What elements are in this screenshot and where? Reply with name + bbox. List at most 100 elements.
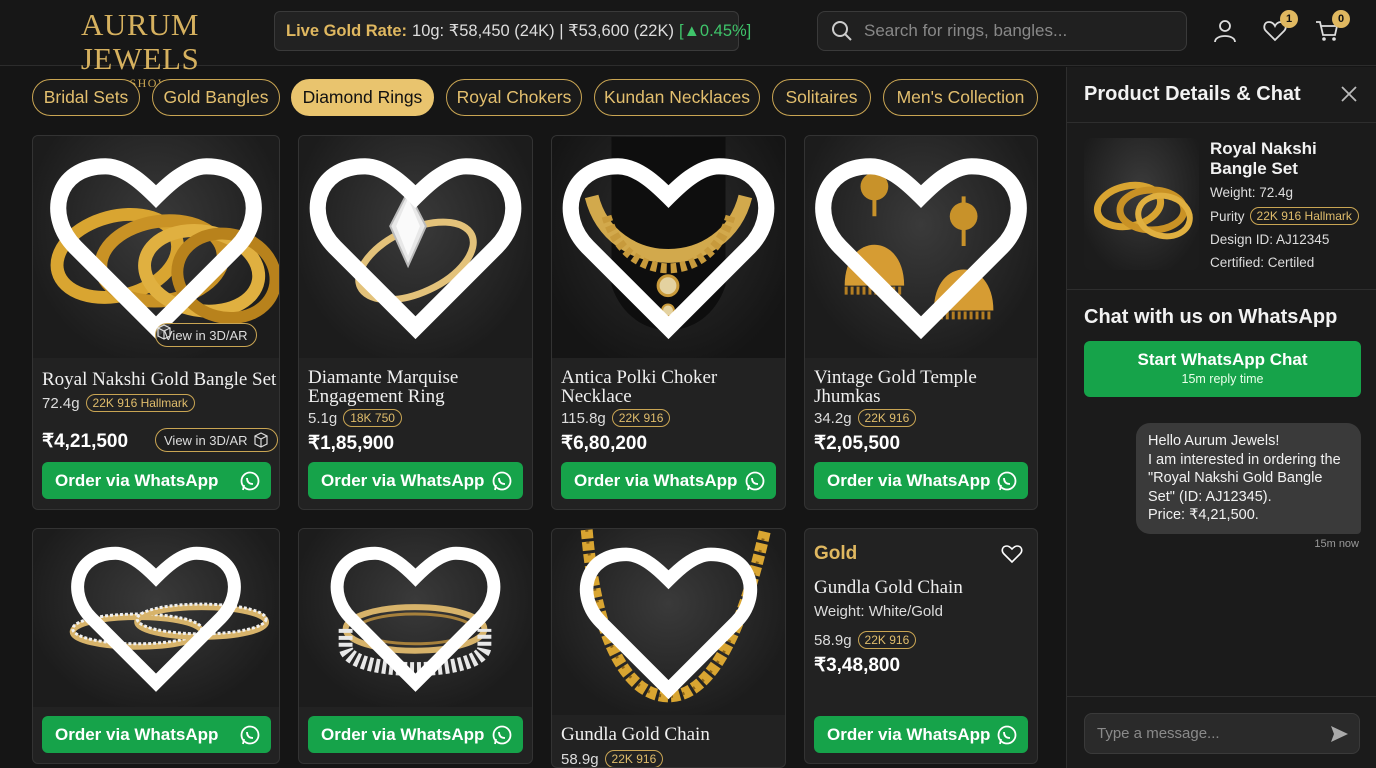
wishlist-count-badge: 1 [1280, 10, 1298, 28]
product-subtitle: Weight: White/Gold [814, 603, 943, 620]
message-input[interactable] [1097, 725, 1317, 742]
rate-change: [▲0.45%] [678, 21, 752, 40]
product-card[interactable]: Gold Gundla Gold Chain Weight: White/Gol… [804, 528, 1038, 764]
chat-title: Chat with us on WhatsApp [1084, 306, 1338, 328]
detail-certified: Certified: Certiled [1210, 255, 1315, 270]
product-title-line1: Antica Polki Choker [561, 367, 718, 388]
cube-icon [157, 324, 171, 340]
purity-tag: 18K 750 [343, 409, 402, 427]
product-price: ₹6,80,200 [561, 433, 648, 454]
product-title-line2: Engagement Ring [308, 386, 445, 407]
purity-tag: 22K 916 [857, 631, 917, 649]
message-composer[interactable] [1084, 713, 1360, 754]
product-image[interactable] [552, 529, 785, 715]
product-weight: 72.4g [42, 394, 80, 412]
order-label: Order via WhatsApp [321, 724, 485, 744]
start-whatsapp-chat-button[interactable]: Start WhatsApp Chat 15m reply time [1084, 341, 1361, 397]
divider [1067, 289, 1376, 290]
order-label: Order via WhatsApp [55, 470, 219, 490]
order-whatsapp-button[interactable]: Order via WhatsApp [561, 462, 776, 499]
order-whatsapp-button[interactable]: Order via WhatsApp [814, 462, 1028, 499]
product-weight: 115.8g [561, 409, 606, 427]
product-image[interactable] [552, 136, 785, 358]
order-whatsapp-button[interactable]: Order via WhatsApp [42, 716, 271, 753]
order-label: Order via WhatsApp [55, 724, 219, 744]
whatsapp-icon [997, 471, 1017, 490]
close-icon[interactable] [1340, 85, 1358, 103]
whatsapp-icon [492, 725, 512, 744]
category-diamond-rings[interactable]: Diamond Rings [291, 79, 434, 116]
product-card[interactable]: Antica Polki Choker Necklace 115.8g 22K 9… [551, 135, 786, 510]
send-icon[interactable] [1329, 724, 1349, 744]
product-title-line1: Diamante Marquise [308, 367, 459, 388]
view-ar-button[interactable]: View in 3D/AR [155, 323, 257, 347]
product-card[interactable]: Diamante Marquise Engagement Ring 5.1g 18… [298, 135, 533, 510]
cart-count-badge: 0 [1332, 10, 1350, 28]
wishlist-button[interactable]: 1 [1262, 10, 1298, 44]
category-royal-chokers[interactable]: Royal Chokers [446, 79, 582, 116]
category-solitaires[interactable]: Solitaires [772, 79, 871, 116]
purity-tag: 22K 916 [611, 409, 671, 427]
category-gold-bangles[interactable]: Gold Bangles [152, 79, 280, 116]
product-image[interactable] [299, 136, 532, 358]
product-weight: 58.9g [561, 750, 599, 768]
purity-tag: 22K 916 Hallmark [85, 394, 195, 412]
search-input[interactable] [864, 21, 1164, 41]
start-chat-label: Start WhatsApp Chat [1137, 350, 1308, 369]
product-title-line2: Necklace [561, 386, 632, 407]
category-kundan-necklaces[interactable]: Kundan Necklaces [594, 79, 760, 116]
product-weight: 5.1g [308, 409, 338, 427]
heart-icon[interactable] [299, 529, 532, 707]
ar-label: View in 3D/AR [164, 327, 248, 343]
product-card[interactable]: View in 3D/AR Royal Nakshi Gold Bangle S… [32, 135, 280, 510]
product-card[interactable]: Order via WhatsApp [32, 528, 280, 764]
detail-weight: Weight: 72.4g [1210, 185, 1294, 200]
product-image[interactable] [33, 529, 279, 707]
heart-icon[interactable] [805, 136, 1037, 358]
product-image[interactable] [299, 529, 532, 707]
whatsapp-icon [492, 471, 512, 490]
whatsapp-icon [997, 725, 1017, 744]
product-thumbnail[interactable] [1084, 138, 1199, 270]
product-title-line2: Jhumkas [814, 386, 881, 407]
heart-icon[interactable] [552, 136, 785, 358]
detail-product-name: Royal Nakshi Bangle Set [1210, 139, 1317, 178]
product-image[interactable]: View in 3D/AR [33, 136, 279, 358]
category-mens-collection[interactable]: Men's Collection [883, 79, 1038, 116]
product-price: ₹1,85,900 [308, 433, 395, 454]
order-label: Order via WhatsApp [321, 470, 485, 490]
cube-icon [253, 432, 268, 448]
cart-button[interactable]: 0 [1314, 10, 1350, 44]
search-bar[interactable] [817, 11, 1187, 51]
order-whatsapp-button[interactable]: Order via WhatsApp [42, 462, 271, 499]
order-label: Order via WhatsApp [827, 724, 991, 744]
product-weight: 34.2g [814, 409, 852, 427]
whatsapp-icon [240, 471, 260, 490]
heart-icon[interactable] [299, 136, 532, 358]
live-gold-rate: Live Gold Rate: 10g: ₹58,450 (24K) | ₹53… [274, 11, 751, 51]
product-title: Gundla Gold Chain [814, 577, 963, 598]
top-header: AURUM JEWELS DIGITAL SHOWROOM Live Gold … [0, 0, 1376, 90]
search-icon [832, 21, 852, 41]
heart-icon[interactable] [1001, 543, 1023, 565]
order-label: Order via WhatsApp [574, 470, 738, 490]
product-card[interactable]: Vintage Gold Temple Jhumkas 34.2g 22K 916… [804, 135, 1038, 510]
order-label: Order via WhatsApp [827, 470, 991, 490]
account-button[interactable] [1212, 18, 1238, 44]
whatsapp-icon [745, 471, 765, 490]
order-whatsapp-button[interactable]: Order via WhatsApp [308, 716, 523, 753]
product-title-line1: Vintage Gold Temple [814, 367, 977, 388]
view-ar-button[interactable]: View in 3D/AR [155, 428, 278, 452]
product-card[interactable]: Order via WhatsApp [298, 528, 533, 764]
product-details-panel: Product Details & Chat Royal Nakshi Bang… [1066, 67, 1376, 768]
heart-icon[interactable] [33, 529, 279, 707]
order-whatsapp-button[interactable]: Order via WhatsApp [814, 716, 1028, 753]
category-bridal-sets[interactable]: Bridal Sets [32, 79, 140, 116]
whatsapp-icon [240, 725, 260, 744]
order-whatsapp-button[interactable]: Order via WhatsApp [308, 462, 523, 499]
product-weight: 58.9g [814, 631, 852, 649]
heart-icon[interactable] [552, 529, 785, 715]
product-image[interactable] [805, 136, 1037, 358]
product-card[interactable]: Gundla Gold Chain 58.9g 22K 916 [551, 528, 786, 768]
ar-label: View in 3D/AR [164, 432, 248, 448]
